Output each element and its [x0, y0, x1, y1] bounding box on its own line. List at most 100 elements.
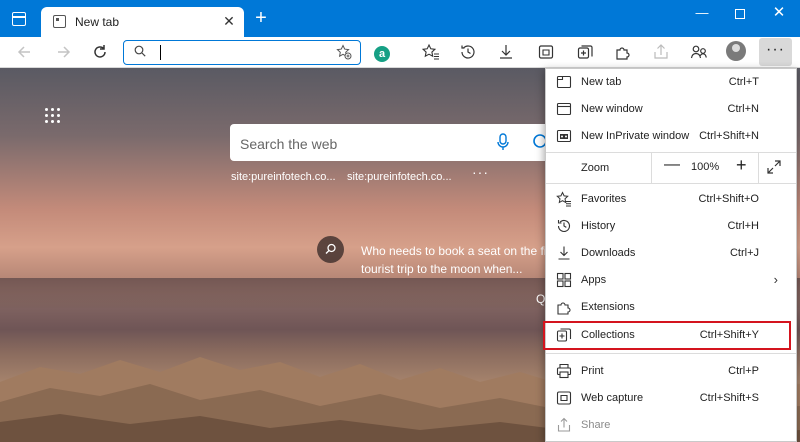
downloads-button[interactable] — [496, 42, 516, 62]
menu-item-label: New InPrivate window — [581, 130, 690, 142]
inprivate-icon — [556, 129, 572, 143]
maximize-button[interactable] — [727, 3, 753, 23]
menu-item-label: New tab — [581, 76, 622, 88]
menu-divider — [546, 353, 796, 354]
menu-item-shortcut: Ctrl+Shift+S — [699, 392, 759, 404]
menu-item-web-capture[interactable]: Web capture Ctrl+Shift+S — [546, 385, 796, 412]
share-icon — [654, 44, 668, 59]
web-capture-button[interactable] — [536, 42, 556, 62]
text-caret — [160, 45, 161, 60]
story-search-icon[interactable] — [317, 236, 344, 263]
new-tab-favicon-icon — [53, 15, 66, 28]
zoom-out-button[interactable]: — — [664, 156, 680, 174]
menu-item-shortcut: Ctrl+H — [727, 220, 759, 232]
menu-item-new-window[interactable]: New window Ctrl+N — [546, 96, 796, 123]
refresh-button[interactable] — [89, 41, 111, 63]
share-button[interactable] — [651, 42, 671, 62]
forward-button[interactable] — [52, 41, 74, 63]
collections-button[interactable] — [575, 42, 595, 62]
fullscreen-icon[interactable] — [766, 159, 782, 175]
menu-item-shortcut: Ctrl+J — [729, 247, 759, 259]
settings-menu: New tab Ctrl+T New window Ctrl+N New InP… — [545, 68, 797, 442]
extension-a-button[interactable]: a — [372, 42, 392, 62]
chevron-right-icon: › — [773, 272, 778, 287]
menu-item-shortcut: Ctrl+Shift+N — [699, 130, 759, 142]
microphone-icon[interactable] — [497, 133, 509, 151]
quick-link[interactable]: site:pureinfotech.co... — [231, 171, 336, 183]
more-icon: ··· — [766, 41, 785, 58]
share-icon — [557, 417, 571, 432]
menu-item-label: Print — [581, 365, 604, 377]
background-story-text[interactable]: Who needs to book a seat on the fi... to… — [361, 242, 561, 278]
avatar[interactable] — [726, 41, 746, 61]
back-button[interactable] — [14, 41, 36, 63]
menu-item-label: Downloads — [581, 247, 636, 259]
menu-item-share: Share — [546, 412, 796, 439]
app-launcher-icon[interactable] — [45, 108, 61, 124]
address-bar[interactable] — [123, 40, 361, 65]
extensions-icon — [616, 47, 630, 60]
tab-title: New tab — [75, 15, 120, 29]
menu-divider — [546, 183, 796, 184]
search-icon — [134, 45, 146, 57]
menu-item-shortcut: Ctrl+P — [728, 365, 759, 377]
back-icon — [17, 46, 30, 58]
menu-item-label: New window — [581, 103, 643, 115]
profile-switch-icon — [690, 45, 707, 59]
close-tab-icon[interactable]: ✕ — [220, 12, 238, 30]
extensions-button[interactable] — [613, 42, 633, 62]
web-capture-icon — [538, 45, 554, 59]
collections-highlight-box — [543, 321, 791, 350]
print-icon — [556, 363, 572, 379]
quick-links-more-icon[interactable]: ··· — [472, 164, 489, 180]
search-placeholder: Search the web — [240, 136, 338, 152]
new-tab-button[interactable]: + — [251, 8, 271, 28]
minimize-button[interactable]: — — [689, 3, 715, 23]
zoom-in-button[interactable]: + — [736, 155, 747, 176]
tab-new-tab[interactable]: New tab ✕ — [41, 7, 244, 37]
menu-item-downloads[interactable]: Downloads Ctrl+J — [546, 240, 796, 267]
partial-text: Q — [536, 292, 546, 306]
history-button[interactable] — [458, 42, 478, 62]
zoom-row: Zoom — 100% + — [546, 152, 796, 183]
menu-item-label: Extensions — [581, 301, 635, 313]
menu-item-apps[interactable]: Apps › — [546, 267, 796, 294]
maximize-icon — [735, 8, 745, 19]
downloads-icon — [500, 45, 512, 59]
menu-item-new-tab[interactable]: New tab Ctrl+T — [546, 69, 796, 96]
add-favorite-icon[interactable] — [336, 44, 352, 60]
history-icon — [461, 45, 475, 59]
menu-item-history[interactable]: History Ctrl+H — [546, 213, 796, 240]
extension-a-icon: a — [374, 46, 390, 62]
browser-toolbar: a ··· — [0, 37, 800, 68]
menu-item-label: Share — [581, 419, 611, 431]
new-tab-icon — [556, 75, 572, 89]
menu-item-new-inprivate-window[interactable]: New InPrivate window Ctrl+Shift+N — [546, 123, 796, 150]
more-button[interactable]: ··· — [759, 38, 792, 66]
web-search-box[interactable]: Search the web — [230, 124, 560, 161]
extensions-icon — [557, 302, 571, 315]
menu-item-shortcut: Ctrl+T — [728, 76, 759, 88]
close-window-button[interactable]: ✕ — [766, 3, 792, 23]
forward-icon — [58, 46, 71, 58]
menu-item-label: History — [581, 220, 616, 232]
menu-item-print[interactable]: Print Ctrl+P — [546, 358, 796, 385]
new-window-icon — [556, 102, 572, 116]
profile-switch-button[interactable] — [689, 42, 709, 62]
menu-item-label: Apps — [581, 274, 607, 286]
favorites-icon — [421, 43, 439, 60]
menu-item-label: Favorites — [581, 193, 627, 205]
favorites-icon — [556, 191, 571, 207]
favorites-button[interactable] — [421, 42, 441, 62]
collections-icon — [577, 45, 593, 59]
apps-icon — [556, 272, 572, 288]
address-input[interactable] — [160, 44, 330, 61]
menu-item-favorites[interactable]: Favorites Ctrl+Shift+O — [546, 186, 796, 213]
refresh-icon — [94, 45, 106, 58]
tab-actions-icon[interactable] — [12, 12, 26, 26]
web-capture-icon — [556, 391, 572, 405]
menu-item-shortcut: Ctrl+Shift+O — [698, 193, 759, 205]
menu-item-extensions[interactable]: Extensions — [546, 294, 796, 321]
quick-link[interactable]: site:pureinfotech.co... — [347, 171, 452, 183]
menu-item-label: Web capture — [581, 392, 644, 404]
